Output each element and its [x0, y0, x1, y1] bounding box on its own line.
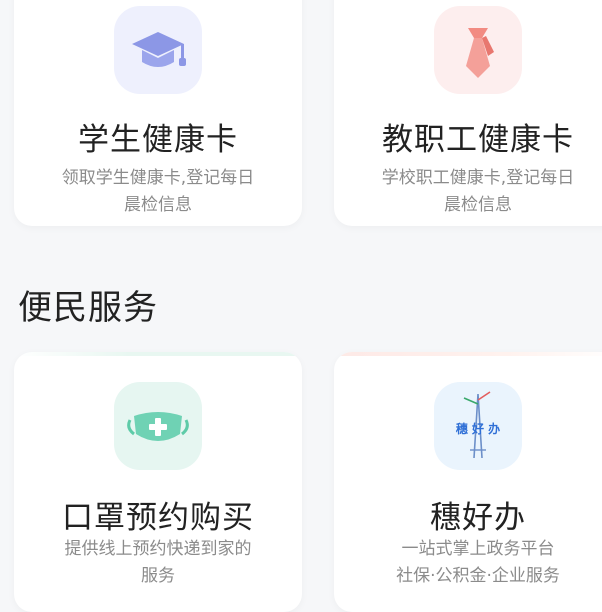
- desc-line: 领取学生健康卡,登记每日: [61, 168, 255, 188]
- section-title: 便民服务: [18, 288, 158, 328]
- card-title: 教职工健康卡: [382, 122, 574, 158]
- card-title: 学生健康卡: [78, 122, 238, 158]
- suihaoban-icon-tile: 穗 好 办: [434, 382, 522, 470]
- card-description: 提供线上预约快递到家的 服务: [24, 536, 292, 590]
- desc-line: 晨检信息: [124, 195, 192, 215]
- suihaoban-logo-icon: 穗 好 办: [456, 391, 500, 459]
- logo-text: 穗 好 办: [456, 421, 500, 436]
- mask-icon-tile: [114, 382, 202, 470]
- card-title: 穗好办: [430, 500, 526, 536]
- staff-icon-tile: [434, 6, 522, 94]
- desc-line: 社保·公积金·企业服务: [396, 566, 560, 586]
- desc-line: 晨检信息: [444, 195, 512, 215]
- card-description: 领取学生健康卡,登记每日 晨检信息: [24, 165, 292, 219]
- desc-line: 学校职工健康卡,登记每日: [381, 168, 575, 188]
- face-mask-icon: [127, 412, 189, 441]
- desc-line: 提供线上预约快递到家的: [64, 539, 252, 559]
- student-health-card[interactable]: 学生健康卡 领取学生健康卡,登记每日 晨检信息: [14, 0, 302, 226]
- card-description: 一站式掌上政务平台 社保·公积金·企业服务: [344, 536, 602, 590]
- desc-line: 服务: [141, 566, 175, 586]
- card-top-tint: [334, 352, 602, 356]
- card-title: 口罩预约购买: [62, 500, 254, 536]
- student-icon-tile: [114, 6, 202, 94]
- mask-reservation-card[interactable]: 口罩预约购买 提供线上预约快递到家的 服务: [14, 352, 302, 612]
- graduation-cap-icon: [132, 32, 186, 67]
- staff-health-card[interactable]: 教职工健康卡 学校职工健康卡,登记每日 晨检信息: [334, 0, 602, 226]
- desc-line: 一站式掌上政务平台: [401, 539, 555, 559]
- suihaoban-card[interactable]: 穗 好 办 穗好办 一站式掌上政务平台 社保·公积金·企业服务: [334, 352, 602, 612]
- card-description: 学校职工健康卡,登记每日 晨检信息: [344, 165, 602, 219]
- card-top-tint: [14, 352, 302, 356]
- necktie-icon: [466, 28, 494, 78]
